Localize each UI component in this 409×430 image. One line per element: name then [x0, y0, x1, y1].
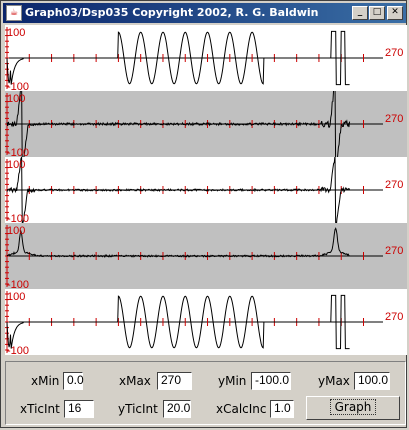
y-max-label: 100: [7, 159, 25, 171]
ymax-field[interactable]: 100.0: [354, 372, 390, 390]
app-window: ☕ Graph03/Dsp035 Copyright 2002, R. G. B…: [0, 0, 407, 428]
graph-button-label: Graph: [329, 399, 377, 415]
y-min-label: -100: [7, 81, 29, 91]
close-icon[interactable]: ✕: [387, 6, 403, 20]
plot-1-svg: 100 -100 270: [5, 25, 407, 93]
plot-5: 100 -100 270: [5, 289, 407, 357]
y-max-label: 100: [7, 27, 25, 39]
plot-3-svg: 100 -100 270: [5, 155, 407, 229]
xcalcinc-label: xCalcInc: [216, 402, 267, 416]
xmin-field[interactable]: 0.0: [63, 372, 84, 390]
y-min-label: -100: [7, 213, 29, 223]
plot-4: 100 -100 270: [5, 223, 407, 291]
title-bar[interactable]: ☕ Graph03/Dsp035 Copyright 2002, R. G. B…: [3, 3, 406, 23]
ymin-field[interactable]: -100.0: [251, 372, 291, 390]
yticint-label: yTicInt: [118, 402, 158, 416]
control-panel: xMin 0.0 xMax 270 yMin -100.0 yMax 100.0…: [5, 361, 406, 425]
xmax-label: xMax: [119, 374, 151, 388]
plot-2: 100 -100 270: [5, 81, 407, 175]
xticint-label: xTicInt: [20, 402, 60, 416]
java-cup-icon: ☕: [6, 5, 22, 21]
xcalcinc-field[interactable]: 1.0: [270, 400, 294, 418]
y-max-label: 100: [7, 225, 25, 237]
minimize-icon[interactable]: _: [352, 6, 368, 20]
window-title: Graph03/Dsp035 Copyright 2002, R. G. Bal…: [25, 6, 319, 19]
xticint-field[interactable]: 16: [64, 400, 94, 418]
ymin-label: yMin: [218, 374, 247, 388]
maximize-icon[interactable]: □: [369, 6, 385, 20]
x-max-label: 270: [385, 179, 403, 191]
plot-3: 100 -100 270: [5, 155, 407, 229]
y-min-label: -100: [7, 279, 29, 289]
graph-button[interactable]: Graph: [306, 396, 400, 420]
y-max-label: 100: [7, 291, 25, 303]
xmax-field[interactable]: 270: [157, 372, 192, 390]
x-max-label: 270: [385, 47, 403, 59]
y-max-label: 100: [7, 93, 25, 105]
xmin-label: xMin: [31, 374, 60, 388]
plot-1: 100 -100 270: [5, 25, 407, 93]
x-max-label: 270: [385, 113, 403, 125]
x-max-label: 270: [385, 311, 403, 323]
plot-area: 100 -100 270 100 -100 270 100 -100 270 100 -100…: [5, 25, 407, 357]
plot-5-svg: 100 -100 270: [5, 289, 407, 357]
y-min-label: -100: [7, 147, 29, 157]
yticint-field[interactable]: 20.0: [163, 400, 191, 418]
ymax-label: yMax: [318, 374, 350, 388]
plot-2-svg: 100 -100 270: [5, 81, 407, 175]
y-min-label: -100: [7, 345, 29, 355]
x-max-label: 270: [385, 245, 403, 257]
plot-4-svg: 100 -100 270: [5, 223, 407, 291]
